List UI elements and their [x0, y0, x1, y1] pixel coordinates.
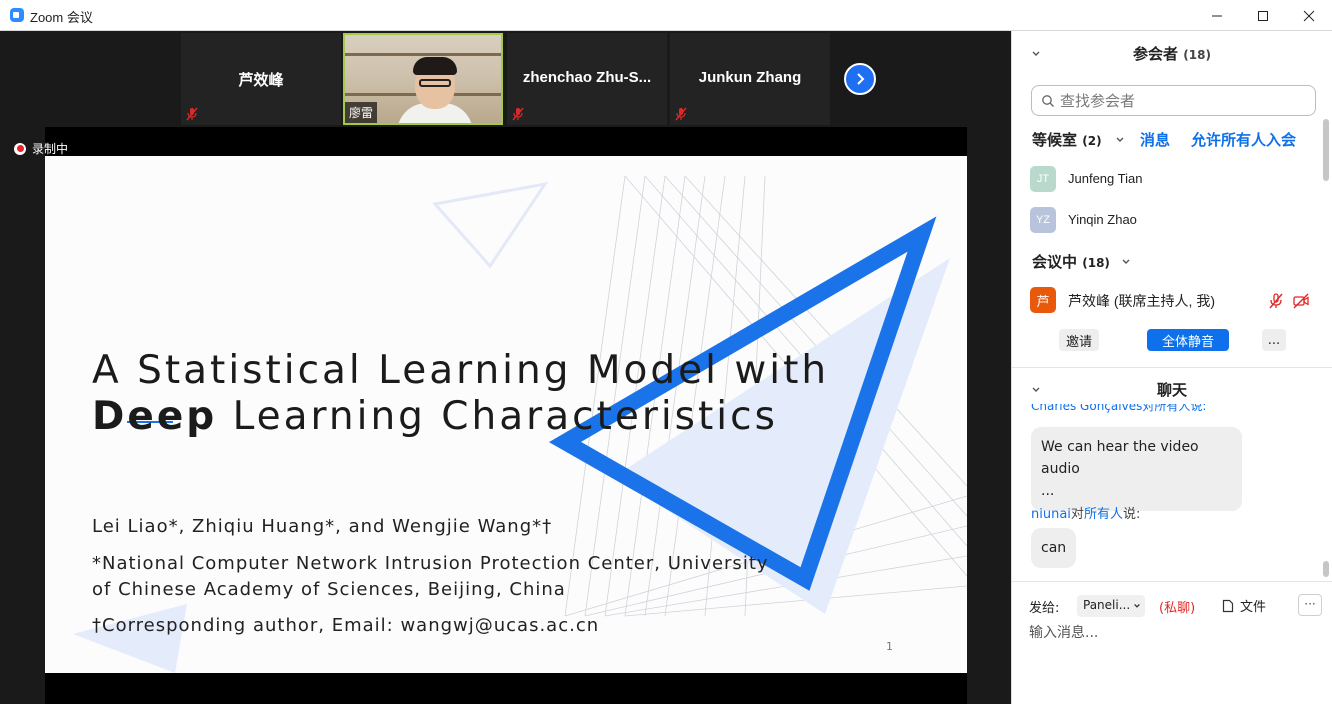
in-meeting-label: 会议中 [1032, 253, 1078, 271]
mic-muted-icon[interactable] [1267, 292, 1285, 310]
chevron-down-icon[interactable] [1115, 135, 1125, 145]
private-chat-label: (私聊) [1159, 601, 1196, 616]
maximize-icon [1258, 10, 1268, 21]
chat-more-button[interactable]: ··· [1298, 594, 1322, 616]
slide-title-line2: Deep Learning Characteristics [92, 394, 829, 440]
chevron-right-icon [857, 73, 865, 85]
in-meeting-section[interactable]: 会议中 (18) [1032, 251, 1110, 272]
share-bottom-bar [45, 673, 967, 704]
more-button[interactable]: ... [1262, 329, 1286, 351]
host-participant[interactable]: 芦 芦效峰 (联席主持人, 我) [1030, 287, 1320, 313]
waiting-room-row: 等候室 (2) 消息 允许所有人入会 [1032, 129, 1312, 149]
close-button[interactable] [1286, 0, 1332, 31]
participant-name: 芦效峰 [238, 72, 284, 89]
chat-sender-name[interactable]: niunai [1031, 507, 1071, 522]
waiting-participant[interactable]: YZ Yinqin Zhao [1030, 207, 1320, 233]
chat-message[interactable]: can [1031, 528, 1077, 568]
recording-indicator[interactable]: 录制中 [14, 140, 68, 157]
video-person [419, 79, 451, 87]
admit-all-link[interactable]: 允许所有人入会 [1191, 129, 1296, 150]
participant-name: Junfeng Tian [1068, 171, 1143, 186]
chat-clipped-line: Charles Gonçalves对所有人说: [1012, 404, 1322, 416]
slide-title-rest: Learning Characteristics [217, 394, 778, 439]
video-off-icon[interactable] [1292, 292, 1310, 310]
participant-tile[interactable]: 芦效峰 [181, 33, 341, 125]
side-panel: 参会者 (18) 等候室 (2) 消息 允许所有人入会 JT Junfeng T… [1011, 31, 1332, 704]
mic-muted-icon [186, 107, 198, 121]
slide-page-number: 1 [886, 640, 893, 653]
avatar: YZ [1030, 207, 1056, 233]
participant-tile[interactable]: Junkun Zhang [670, 33, 830, 125]
file-button[interactable]: 文件 [1222, 596, 1266, 615]
mic-muted-icon [512, 107, 524, 121]
chat-sender: niunai对所有人说: [1031, 503, 1140, 522]
share-top-bar [45, 127, 967, 156]
chat-sender: Charles Gonçalves对所有人说: [1031, 404, 1207, 413]
chat-footer: 发给: Paneli... (私聊) 文件 ··· [1029, 594, 1322, 617]
participants-count: (18) [1183, 48, 1211, 62]
waiting-room-title: 等候室 [1032, 131, 1078, 149]
slide-title-bold: Deep [92, 394, 218, 439]
participant-name: 廖雷 [345, 102, 378, 123]
slide-authors: Lei Liao*, Zhiqiu Huang*, and Wengjie Wa… [92, 516, 553, 537]
participants-header: 参会者 (18) [1012, 43, 1332, 64]
participant-name: 芦效峰 (联席主持人, 我) [1068, 293, 1215, 309]
slide-affiliation-line1: *National Computer Network Intrusion Pro… [92, 553, 769, 574]
title-bar: Zoom 会议 [0, 0, 1332, 31]
minimize-button[interactable] [1194, 0, 1240, 31]
search-input[interactable] [1060, 91, 1310, 111]
section-divider [1012, 367, 1332, 368]
chat-header: 聊天 [1156, 381, 1187, 399]
invite-button[interactable]: 邀请 [1059, 329, 1099, 351]
chevron-down-icon[interactable] [1121, 257, 1131, 267]
waiting-room-label[interactable]: 等候室 (2) [1032, 129, 1102, 150]
participants-title: 参会者 [1133, 45, 1179, 63]
section-divider [1012, 581, 1332, 582]
participant-video-tile[interactable]: 廖雷 [343, 33, 503, 125]
slide-title: A Statistical Learning Model with Deep L… [92, 348, 829, 440]
video-person [413, 57, 457, 75]
maximize-button[interactable] [1240, 0, 1286, 31]
send-to-label: 发给: [1029, 601, 1060, 616]
chat-message[interactable]: We can hear the video audio ... [1031, 427, 1242, 511]
close-icon [1303, 10, 1315, 21]
window-title: Zoom 会议 [30, 10, 93, 25]
avatar: 芦 [1030, 287, 1056, 313]
message-link[interactable]: 消息 [1140, 129, 1170, 150]
next-page-button[interactable] [844, 63, 876, 95]
shared-slide: A Statistical Learning Model with Deep L… [45, 156, 967, 673]
participant-name: zhenchao Zhu-S... [522, 69, 652, 86]
waiting-participant[interactable]: JT Junfeng Tian [1030, 166, 1320, 192]
message-input[interactable] [1029, 621, 1314, 645]
record-icon [14, 142, 26, 155]
in-meeting-count: (18) [1082, 256, 1110, 270]
video-background [345, 53, 501, 56]
slide-corresponding: †Corresponding author, Email: wangwj@uca… [92, 615, 600, 636]
participant-search[interactable] [1031, 85, 1316, 116]
chat-scrollbar[interactable] [1323, 561, 1329, 577]
zoom-logo-icon [10, 8, 24, 22]
file-icon [1222, 599, 1234, 612]
minimize-icon [1212, 15, 1222, 16]
participant-name: Yinqin Zhao [1068, 212, 1137, 227]
chat-sender-suffix: 说: [1122, 507, 1141, 522]
send-to-select[interactable]: Paneli... [1077, 595, 1145, 617]
slide-title-line1: A Statistical Learning Model with [92, 348, 830, 393]
file-label: 文件 [1240, 600, 1267, 615]
mic-muted-icon [675, 107, 687, 121]
mute-all-button[interactable]: 全体静音 [1147, 329, 1229, 351]
chat-sender-to: 对 [1070, 507, 1084, 522]
participant-tile[interactable]: zhenchao Zhu-S... [507, 33, 667, 125]
send-to-value: Paneli... [1083, 598, 1131, 612]
waiting-room-count: (2) [1082, 134, 1102, 148]
meeting-area: 芦效峰 廖雷 zhenchao Zhu-S... Junkun Zhang 录制… [0, 31, 1011, 704]
participants-scrollbar[interactable] [1323, 119, 1329, 181]
avatar: JT [1030, 166, 1056, 192]
slide-affiliation-line2: of Chinese Academy of Sciences, Beijing,… [92, 579, 566, 600]
participant-name: Junkun Zhang [698, 69, 802, 86]
chat-sender-target[interactable]: 所有人 [1084, 507, 1123, 522]
chevron-down-icon [1134, 603, 1140, 608]
search-icon [1042, 95, 1054, 107]
recording-label: 录制中 [32, 142, 69, 156]
